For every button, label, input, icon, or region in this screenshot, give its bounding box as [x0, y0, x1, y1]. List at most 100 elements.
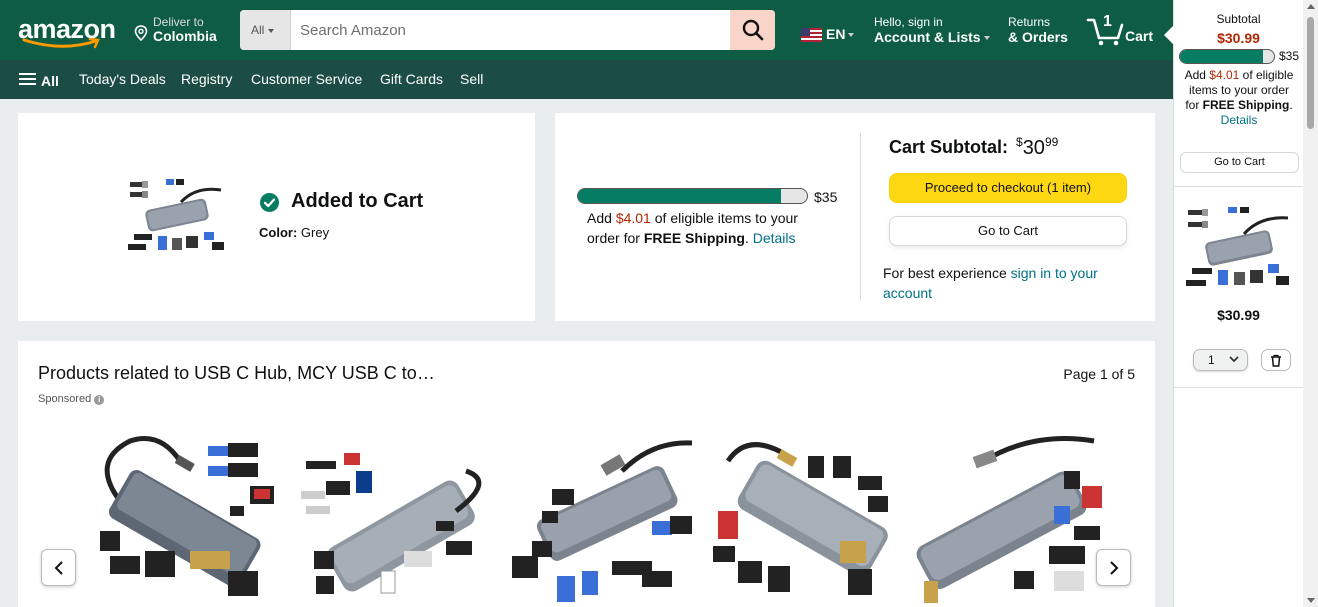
panel-free-shipping-label: FREE Shipping: [1202, 98, 1290, 112]
color-value: Grey: [300, 225, 330, 240]
nav-registry[interactable]: Registry: [181, 71, 232, 87]
language-code: EN: [826, 26, 846, 42]
quantity-value: 1: [1208, 353, 1215, 367]
cart-button[interactable]: 1 Cart: [1086, 13, 1161, 48]
caret-down-icon: [268, 28, 275, 33]
product-card-3[interactable]: [502, 431, 696, 607]
caret-down-icon: [983, 36, 990, 41]
scroll-up-arrow-icon[interactable]: [1307, 4, 1315, 9]
cart-label: Cart: [1125, 28, 1154, 44]
search-bar: All: [240, 10, 775, 50]
product-card-1[interactable]: [90, 431, 284, 607]
delete-item-button[interactable]: [1261, 349, 1291, 371]
search-icon: [742, 19, 763, 41]
quantity-dropdown[interactable]: 1: [1193, 349, 1248, 371]
color-info: Color: Grey: [259, 225, 329, 240]
carousel-next-button[interactable]: [1096, 549, 1131, 586]
panel-details-link[interactable]: Details: [1221, 113, 1258, 127]
price-whole: 30: [1022, 137, 1045, 159]
product-card-2[interactable]: [296, 431, 490, 607]
deliver-label: Deliver to: [153, 15, 204, 29]
hamburger-icon: [19, 70, 36, 88]
page-indicator: Page 1 of 5: [1063, 366, 1135, 382]
carousel-prev-button[interactable]: [41, 549, 76, 586]
nav-bar: All Today's Deals Registry Customer Serv…: [0, 60, 1173, 99]
panel-product-image[interactable]: [1184, 204, 1294, 292]
search-category-dropdown[interactable]: All: [240, 10, 291, 50]
proceed-to-checkout-button[interactable]: Proceed to checkout (1 item): [889, 173, 1127, 203]
info-icon: i: [94, 395, 105, 405]
search-input[interactable]: [291, 10, 730, 50]
panel-remaining-amount: $4.01: [1209, 68, 1240, 82]
divider: [860, 133, 861, 301]
search-category-label: All: [251, 23, 265, 37]
location-pin-icon: [134, 25, 148, 41]
nav-sell[interactable]: Sell: [460, 71, 483, 87]
product-card-4[interactable]: [708, 431, 902, 607]
top-header: amazon Deliver to Colombia All Search Am…: [0, 0, 1173, 60]
account-greeting: Hello, sign in: [874, 15, 943, 29]
smile-arrow-icon: [22, 38, 100, 49]
panel-free-shipping-message: Add $4.01 of eligible items to your orde…: [1182, 68, 1296, 128]
related-products-title: Products related to USB C Hub, MCY USB C…: [38, 363, 435, 383]
free-shipping-progress: [577, 188, 808, 204]
orders-label: & Orders: [1008, 29, 1068, 45]
sponsored-label[interactable]: Sponsored i: [38, 393, 105, 405]
product-thumbnail[interactable]: [126, 176, 228, 256]
added-to-cart-title: Added to Cart: [291, 190, 424, 212]
chevron-left-icon: [54, 560, 63, 575]
panel-pointer: [1164, 25, 1174, 45]
panel-go-to-cart-button[interactable]: Go to Cart: [1180, 152, 1299, 173]
amazon-logo[interactable]: amazon: [16, 10, 118, 52]
scrollbar-thumb[interactable]: [1307, 17, 1314, 129]
panel-msg-prefix: Add: [1184, 68, 1210, 82]
price-fraction: 99: [1044, 135, 1059, 149]
scroll-down-arrow-icon[interactable]: [1307, 598, 1315, 603]
returns-orders[interactable]: Returns & Orders: [1008, 15, 1068, 45]
added-to-cart-card: Added to Cart Color: Grey: [18, 113, 535, 321]
account-menu[interactable]: Hello, sign in Account & Lists: [874, 15, 990, 45]
panel-msg-period: .: [1289, 98, 1293, 112]
divider: [1174, 387, 1303, 388]
cart-subtotal-price: $3099: [1016, 135, 1058, 160]
product-card-5[interactable]: [914, 431, 1108, 607]
panel-threshold: $35: [1279, 49, 1300, 63]
msg-prefix: Add: [587, 210, 616, 226]
progress-fill: [578, 189, 781, 203]
price-symbol: $: [1016, 135, 1023, 149]
panel-subtotal-label: Subtotal: [1216, 12, 1261, 26]
deliver-country: Colombia: [153, 28, 217, 44]
panel-free-shipping-progress: [1179, 49, 1275, 64]
search-button[interactable]: [730, 10, 775, 50]
free-shipping-label: FREE Shipping: [643, 230, 745, 246]
related-products-card: Products related to USB C Hub, MCY USB C…: [18, 341, 1155, 607]
details-link[interactable]: Details: [753, 230, 796, 246]
free-shipping-threshold: $35: [814, 189, 838, 205]
returns-label: Returns: [1008, 15, 1051, 29]
cart-count: 1: [1103, 13, 1112, 30]
us-flag-icon: [801, 28, 822, 42]
cart-subtotal-card: $35 Add $4.01 of eligible items to your …: [555, 113, 1155, 321]
remaining-amount: $4.01: [615, 210, 651, 226]
check-circle-icon: [260, 193, 279, 212]
free-shipping-message: Add $4.01 of eligible items to your orde…: [587, 208, 827, 248]
cart-side-panel: Subtotal $30.99 $35 Add $4.01 of eligibl…: [1164, 0, 1303, 607]
caret-down-icon: [848, 33, 855, 38]
page-scrollbar[interactable]: [1303, 0, 1318, 607]
chevron-down-icon: [1229, 356, 1239, 363]
account-lists-label: Account & Lists: [874, 29, 981, 45]
go-to-cart-button[interactable]: Go to Cart: [889, 216, 1127, 246]
nav-customer-service[interactable]: Customer Service: [251, 71, 362, 87]
best-prefix: For best experience: [883, 265, 1011, 281]
chevron-right-icon: [1109, 560, 1118, 575]
msg-period: .: [744, 230, 753, 246]
nav-gift-cards[interactable]: Gift Cards: [380, 71, 443, 87]
panel-item-price: $30.99: [1217, 307, 1260, 323]
all-label: All: [41, 73, 59, 89]
trash-icon: [1271, 354, 1281, 367]
nav-todays-deals[interactable]: Today's Deals: [79, 71, 166, 87]
color-label: Color:: [259, 225, 298, 240]
panel-subtotal-value: $30.99: [1217, 30, 1260, 46]
all-menu-button[interactable]: All: [19, 70, 59, 89]
divider: [1174, 186, 1303, 187]
